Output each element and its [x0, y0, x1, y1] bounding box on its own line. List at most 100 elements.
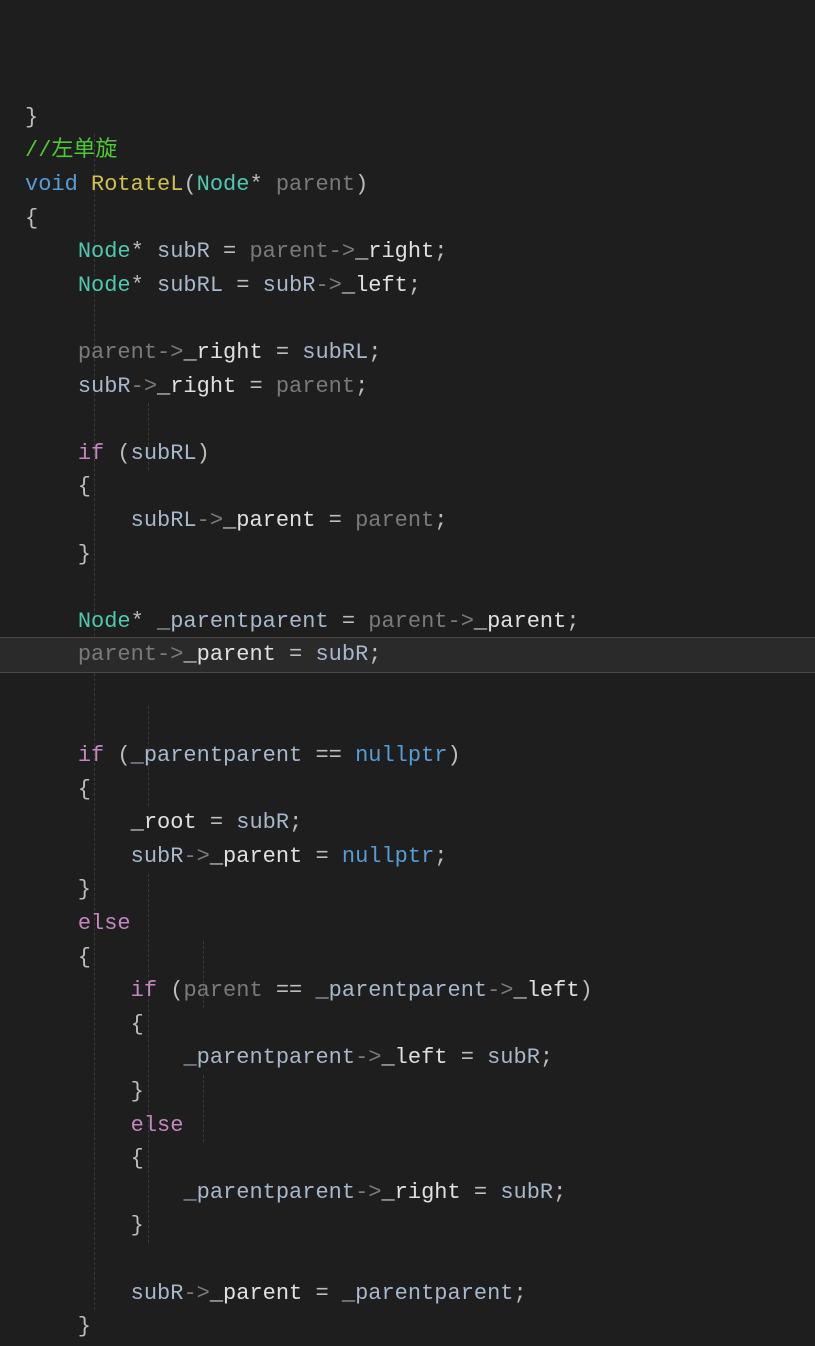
- token-punct: ): [355, 172, 368, 197]
- code-line: }: [0, 1209, 815, 1243]
- token-var: _parentparent: [183, 1045, 355, 1070]
- code-line: _root = subR;: [0, 806, 815, 840]
- token-punct: *: [249, 172, 275, 197]
- token-var: _parentparent: [183, 1180, 355, 1205]
- token-dim: parent: [78, 642, 157, 667]
- code-line: {: [0, 1142, 815, 1176]
- token-flow: if: [131, 978, 157, 1003]
- code-line: {: [0, 202, 815, 236]
- token-punct: =: [461, 1180, 501, 1205]
- token-punct: }: [25, 1213, 144, 1238]
- code-line: parent->_parent = subR;: [0, 637, 815, 673]
- code-line: if (parent == _parentparent->_left): [0, 974, 815, 1008]
- token-flow: if: [78, 441, 104, 466]
- token-arrow: ->: [355, 1180, 381, 1205]
- token-punct: =: [276, 642, 316, 667]
- code-line: Node* subRL = subR->_left;: [0, 269, 815, 303]
- code-line: [0, 705, 815, 739]
- token-type: Node: [78, 273, 131, 298]
- code-line: Node* _parentparent = parent->_parent;: [0, 605, 815, 639]
- code-editor[interactable]: }//左单旋void RotateL(Node* parent){ Node* …: [0, 0, 815, 1346]
- token-type: Node: [78, 239, 131, 264]
- code-line: {: [0, 941, 815, 975]
- token-type: Node: [197, 172, 250, 197]
- token-punct: [25, 844, 131, 869]
- token-punct: [25, 1113, 131, 1138]
- token-punct: =: [448, 1045, 488, 1070]
- token-punct: ;: [368, 340, 381, 365]
- token-dim: parent: [78, 340, 157, 365]
- token-mem: _parent: [210, 1281, 302, 1306]
- code-line: void RotateL(Node* parent): [0, 168, 815, 202]
- code-line: [0, 302, 815, 336]
- token-punct: }: [25, 542, 91, 567]
- token-var: subRL: [131, 441, 197, 466]
- token-punct: {: [25, 1012, 144, 1037]
- token-var: subR: [78, 374, 131, 399]
- token-mem: _parent: [210, 844, 302, 869]
- token-punct: [25, 340, 78, 365]
- code-line: }: [0, 101, 815, 135]
- token-punct: (: [104, 743, 130, 768]
- token-punct: {: [25, 474, 91, 499]
- token-dim: parent: [183, 978, 262, 1003]
- token-arrow: ->: [131, 374, 157, 399]
- token-mem: _left: [381, 1045, 447, 1070]
- token-arrow: ->: [315, 273, 341, 298]
- token-mem: _parent: [474, 609, 566, 634]
- token-punct: ;: [434, 844, 447, 869]
- token-punct: [25, 1045, 183, 1070]
- token-var: _parentparent: [157, 609, 329, 634]
- token-punct: [25, 239, 78, 264]
- token-arrow: ->: [183, 844, 209, 869]
- code-line: {: [0, 773, 815, 807]
- token-punct: (: [183, 172, 196, 197]
- token-punct: [25, 911, 78, 936]
- code-line: _parentparent->_left = subR;: [0, 1041, 815, 1075]
- token-fn: RotateL: [91, 172, 183, 197]
- token-punct: *: [131, 239, 157, 264]
- token-var: subR: [131, 844, 184, 869]
- token-dim: parent: [276, 172, 355, 197]
- token-punct: =: [263, 340, 303, 365]
- token-punct: =: [223, 273, 263, 298]
- token-punct: (: [104, 441, 130, 466]
- token-punct: [25, 978, 131, 1003]
- token-var: _parentparent: [131, 743, 303, 768]
- token-punct: [78, 172, 91, 197]
- code-content: }//左单旋void RotateL(Node* parent){ Node* …: [0, 101, 815, 1346]
- token-dim: parent: [355, 508, 434, 533]
- token-punct: ;: [408, 273, 421, 298]
- token-punct: [25, 743, 78, 768]
- token-comment: //左单旋: [25, 138, 117, 163]
- token-mem: _right: [157, 374, 236, 399]
- token-arrow: ->: [355, 1045, 381, 1070]
- code-line: [0, 1243, 815, 1277]
- code-line: _parentparent->_right = subR;: [0, 1176, 815, 1210]
- token-punct: ;: [514, 1281, 527, 1306]
- token-punct: ==: [302, 743, 355, 768]
- code-line: if (_parentparent == nullptr): [0, 739, 815, 773]
- code-line: subRL->_parent = parent;: [0, 504, 815, 538]
- token-var: subRL: [302, 340, 368, 365]
- token-punct: =: [302, 1281, 342, 1306]
- token-punct: =: [315, 508, 355, 533]
- token-flow: else: [131, 1113, 184, 1138]
- token-punct: [25, 441, 78, 466]
- token-mem: _parent: [223, 508, 315, 533]
- token-punct: [25, 1180, 183, 1205]
- token-punct: [25, 508, 131, 533]
- token-punct: ;: [355, 374, 368, 399]
- token-punct: =: [197, 810, 237, 835]
- token-var: subRL: [157, 273, 223, 298]
- code-line: subR->_right = parent;: [0, 370, 815, 404]
- code-line: [0, 571, 815, 605]
- token-punct: ;: [566, 609, 579, 634]
- token-punct: =: [302, 844, 342, 869]
- token-punct: ): [197, 441, 210, 466]
- token-mem: _left: [514, 978, 580, 1003]
- token-arrow: ->: [157, 340, 183, 365]
- code-line: subR->_parent = nullptr;: [0, 840, 815, 874]
- token-punct: }: [25, 877, 91, 902]
- token-flow: else: [78, 911, 131, 936]
